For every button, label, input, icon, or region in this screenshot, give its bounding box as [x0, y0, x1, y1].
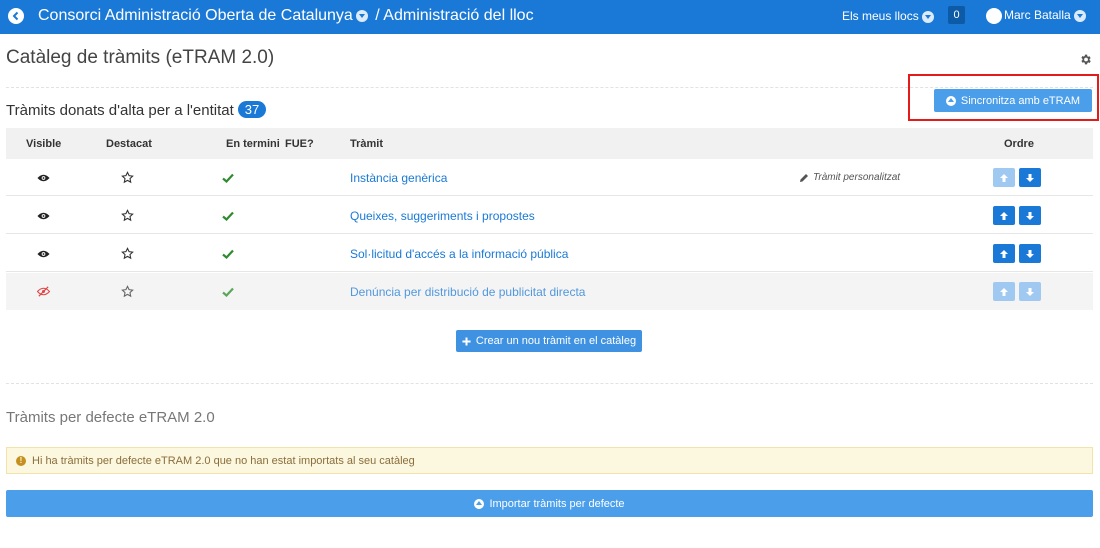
in-term-status — [222, 159, 234, 196]
section-title: Tràmits donats d'alta per a l'entitat 37 — [6, 101, 267, 119]
move-down-button[interactable] — [1019, 244, 1041, 263]
warning-alert: ! Hi ha tràmits per defecte eTRAM 2.0 qu… — [6, 447, 1093, 474]
site-title: Consorci Administració Oberta de Catalun… — [38, 6, 534, 26]
featured-toggle[interactable] — [121, 273, 134, 310]
circle-arrow-up-icon — [474, 498, 485, 509]
move-up-button[interactable] — [993, 206, 1015, 225]
procedure-link[interactable]: Sol·licitud d'accés a la informació públ… — [350, 247, 568, 261]
move-up-button[interactable] — [993, 282, 1015, 301]
arrow-up-icon — [1000, 211, 1008, 220]
create-procedure-label: Crear un nou tràmit en el catàleg — [475, 335, 637, 347]
pencil-icon — [800, 173, 808, 182]
star-outline-icon — [121, 247, 134, 260]
move-up-button[interactable] — [993, 244, 1015, 263]
avatar — [986, 7, 1002, 24]
procedure-link[interactable]: Denúncia per distribució de publicitat d… — [350, 285, 585, 299]
visible-toggle[interactable] — [37, 235, 50, 272]
move-down-button[interactable] — [1019, 168, 1041, 187]
check-icon — [222, 287, 234, 297]
section-title-text: Tràmits donats d'alta per a l'entitat — [6, 102, 234, 119]
table-row: Instància genèrica Tràmit personalitzat — [6, 159, 1093, 196]
column-featured: Destacat — [106, 138, 152, 150]
check-icon — [222, 173, 234, 183]
top-navbar: Consorci Administració Oberta de Catalun… — [0, 0, 1100, 34]
featured-toggle[interactable] — [121, 197, 134, 234]
procedure-link[interactable]: Instància genèrica — [350, 171, 447, 185]
table-header: Visible Destacat En termini FUE? Tràmit … — [6, 128, 1093, 159]
column-procedure: Tràmit — [350, 138, 384, 150]
visible-toggle[interactable] — [37, 159, 50, 196]
page-title: Catàleg de tràmits (eTRAM 2.0) — [6, 47, 275, 68]
procedures-count-badge: 37 — [237, 101, 267, 118]
column-in-term: En termini — [226, 138, 280, 150]
sync-etram-button[interactable]: Sincronitza amb eTRAM — [934, 89, 1092, 112]
check-icon — [222, 249, 234, 259]
site-section-name: / Administració del lloc — [375, 7, 534, 24]
column-fue: FUE? — [285, 138, 314, 150]
visible-toggle[interactable] — [37, 273, 50, 310]
column-visible: Visible — [26, 138, 62, 150]
my-sites-dropdown-icon — [921, 10, 934, 23]
table-row: Sol·licitud d'accés a la informació públ… — [6, 235, 1093, 272]
my-sites-menu[interactable]: Els meus llocs — [842, 9, 937, 23]
column-order: Ordre — [1004, 138, 1034, 150]
eye-icon — [37, 212, 50, 219]
alert-text: Hi ha tràmits per defecte eTRAM 2.0 que … — [32, 454, 415, 467]
organization-dropdown-icon[interactable] — [355, 9, 368, 22]
user-dropdown-icon — [1073, 9, 1086, 22]
move-up-button[interactable] — [993, 168, 1015, 187]
procedure-link[interactable]: Queixes, suggeriments i propostes — [350, 209, 535, 223]
star-outline-icon — [121, 209, 134, 222]
featured-toggle[interactable] — [121, 235, 134, 272]
circle-arrow-up-icon — [945, 95, 956, 106]
defaults-section-title: Tràmits per defecte eTRAM 2.0 — [6, 409, 215, 426]
eye-icon — [37, 174, 50, 181]
warning-icon: ! — [16, 455, 26, 466]
arrow-up-icon — [1000, 249, 1008, 258]
move-down-button[interactable] — [1019, 282, 1041, 301]
table-row: Denúncia per distribució de publicitat d… — [6, 273, 1093, 310]
arrow-down-icon — [1026, 287, 1034, 296]
user-name: Marc Batalla — [1004, 8, 1071, 22]
arrow-down-icon — [1026, 249, 1034, 258]
organization-name[interactable]: Consorci Administració Oberta de Catalun… — [38, 7, 353, 24]
user-menu[interactable]: Marc Batalla — [986, 6, 1089, 24]
arrow-up-icon — [1000, 173, 1008, 182]
divider — [6, 383, 1093, 384]
featured-toggle[interactable] — [121, 159, 134, 196]
arrow-down-icon — [1026, 173, 1034, 182]
custom-procedure-text: Tràmit personalitzat — [813, 172, 901, 183]
in-term-status — [222, 235, 234, 272]
in-term-status — [222, 273, 234, 310]
arrow-down-icon — [1026, 211, 1034, 220]
check-icon — [222, 211, 234, 221]
gear-icon[interactable] — [1079, 53, 1092, 66]
create-procedure-button[interactable]: Crear un nou tràmit en el catàleg — [456, 330, 642, 352]
star-outline-icon — [121, 171, 134, 184]
chevron-left-icon — [12, 11, 19, 21]
notifications-badge[interactable]: 0 — [948, 6, 965, 24]
back-button[interactable] — [8, 8, 24, 24]
plus-icon — [462, 336, 471, 346]
move-down-button[interactable] — [1019, 206, 1041, 225]
visible-toggle[interactable] — [37, 197, 50, 234]
eye-slash-icon — [37, 286, 50, 297]
import-defaults-label: Importar tràmits per defecte — [489, 497, 625, 510]
my-sites-label: Els meus llocs — [842, 9, 919, 23]
arrow-up-icon — [1000, 287, 1008, 296]
eye-icon — [37, 250, 50, 257]
import-defaults-button[interactable]: Importar tràmits per defecte — [6, 490, 1093, 517]
table-row: Queixes, suggeriments i propostes — [6, 197, 1093, 234]
in-term-status — [222, 197, 234, 234]
star-outline-icon — [121, 285, 134, 298]
custom-procedure-label: Tràmit personalitzat — [799, 172, 900, 183]
sync-etram-label: Sincronitza amb eTRAM — [960, 94, 1081, 107]
